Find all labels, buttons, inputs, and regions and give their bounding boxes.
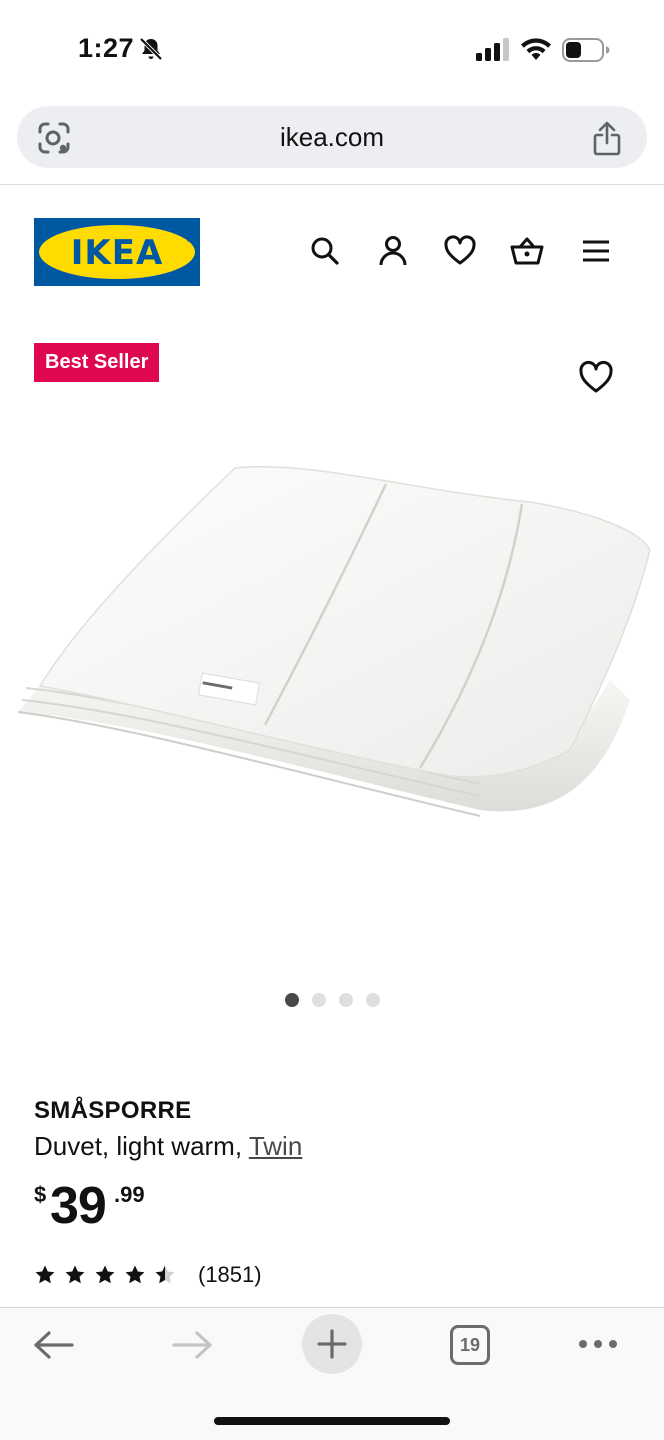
product-image[interactable] [10, 450, 655, 830]
star-half-icon [155, 1265, 175, 1284]
status-time: 1:27 [78, 33, 135, 63]
divider [0, 184, 664, 185]
home-indicator [214, 1417, 450, 1425]
product-description: Duvet, light warm, Twin [34, 1131, 302, 1162]
svg-text:®: ® [186, 237, 192, 244]
product-description-text: Duvet, light warm, [34, 1131, 249, 1161]
signal-icon [476, 38, 509, 61]
more-options-icon[interactable] [578, 1338, 618, 1350]
star-full-icon [95, 1265, 115, 1284]
lens-icon[interactable] [37, 121, 71, 155]
star-full-icon [65, 1265, 85, 1284]
wifi-icon [521, 38, 551, 60]
bell-muted-icon [139, 37, 163, 61]
plus-icon [317, 1329, 347, 1359]
new-tab-button[interactable] [302, 1314, 362, 1374]
ikea-logo-text: IKEA [71, 233, 164, 273]
search-icon[interactable] [308, 234, 342, 268]
ikea-logo[interactable]: IKEA ® [34, 218, 200, 286]
menu-icon[interactable] [579, 234, 613, 268]
carousel-dot[interactable] [339, 993, 353, 1007]
price-integer: 39 [50, 1177, 107, 1235]
heart-icon[interactable] [443, 234, 477, 268]
account-icon[interactable] [376, 234, 410, 268]
carousel-dot[interactable] [366, 993, 380, 1007]
product-size-link[interactable]: Twin [249, 1131, 302, 1161]
image-carousel-dots[interactable] [285, 993, 380, 1007]
star-full-icon [125, 1265, 145, 1284]
star-full-icon [35, 1265, 55, 1284]
carousel-dot[interactable] [285, 993, 299, 1007]
share-icon[interactable] [591, 120, 623, 156]
price-currency: $ [34, 1182, 47, 1207]
address-bar[interactable]: ikea.com [17, 106, 647, 168]
price-decimal: .99 [114, 1182, 145, 1207]
rating-count[interactable]: (1851) [198, 1262, 262, 1288]
add-to-favourites-icon[interactable] [578, 360, 614, 394]
back-arrow-icon[interactable] [32, 1330, 74, 1360]
best-seller-badge: Best Seller [34, 343, 160, 382]
battery-icon [562, 38, 610, 62]
forward-arrow-icon[interactable] [172, 1330, 214, 1360]
product-rating[interactable]: (1851) [34, 1262, 262, 1288]
tab-switcher-button[interactable]: 19 [450, 1325, 490, 1365]
url-text[interactable]: ikea.com [17, 106, 647, 168]
product-name[interactable]: SMÅSPORRE [34, 1097, 191, 1125]
carousel-dot[interactable] [312, 993, 326, 1007]
status-bar: 1:27 [0, 0, 664, 100]
basket-icon[interactable] [510, 234, 544, 268]
